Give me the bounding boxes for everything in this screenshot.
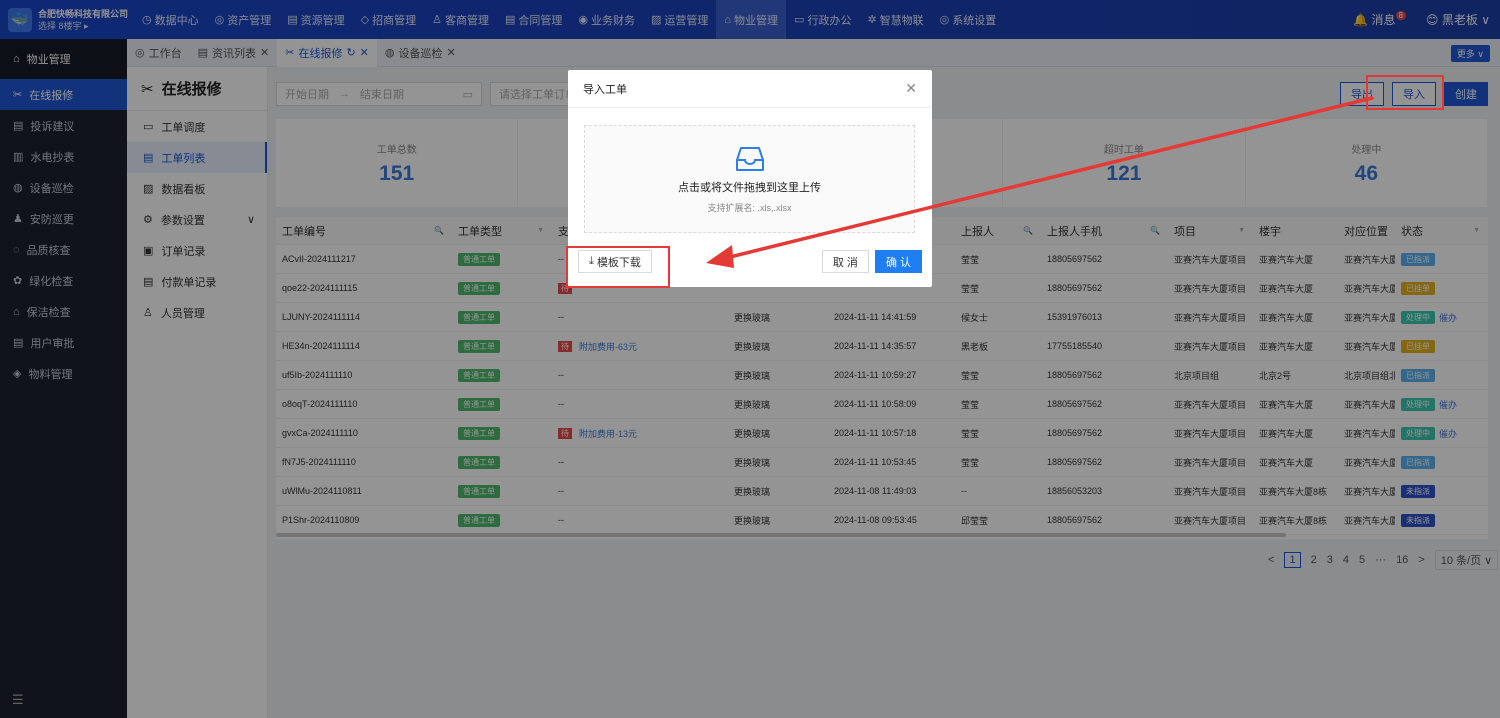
annotation-arrow: [706, 96, 1374, 268]
